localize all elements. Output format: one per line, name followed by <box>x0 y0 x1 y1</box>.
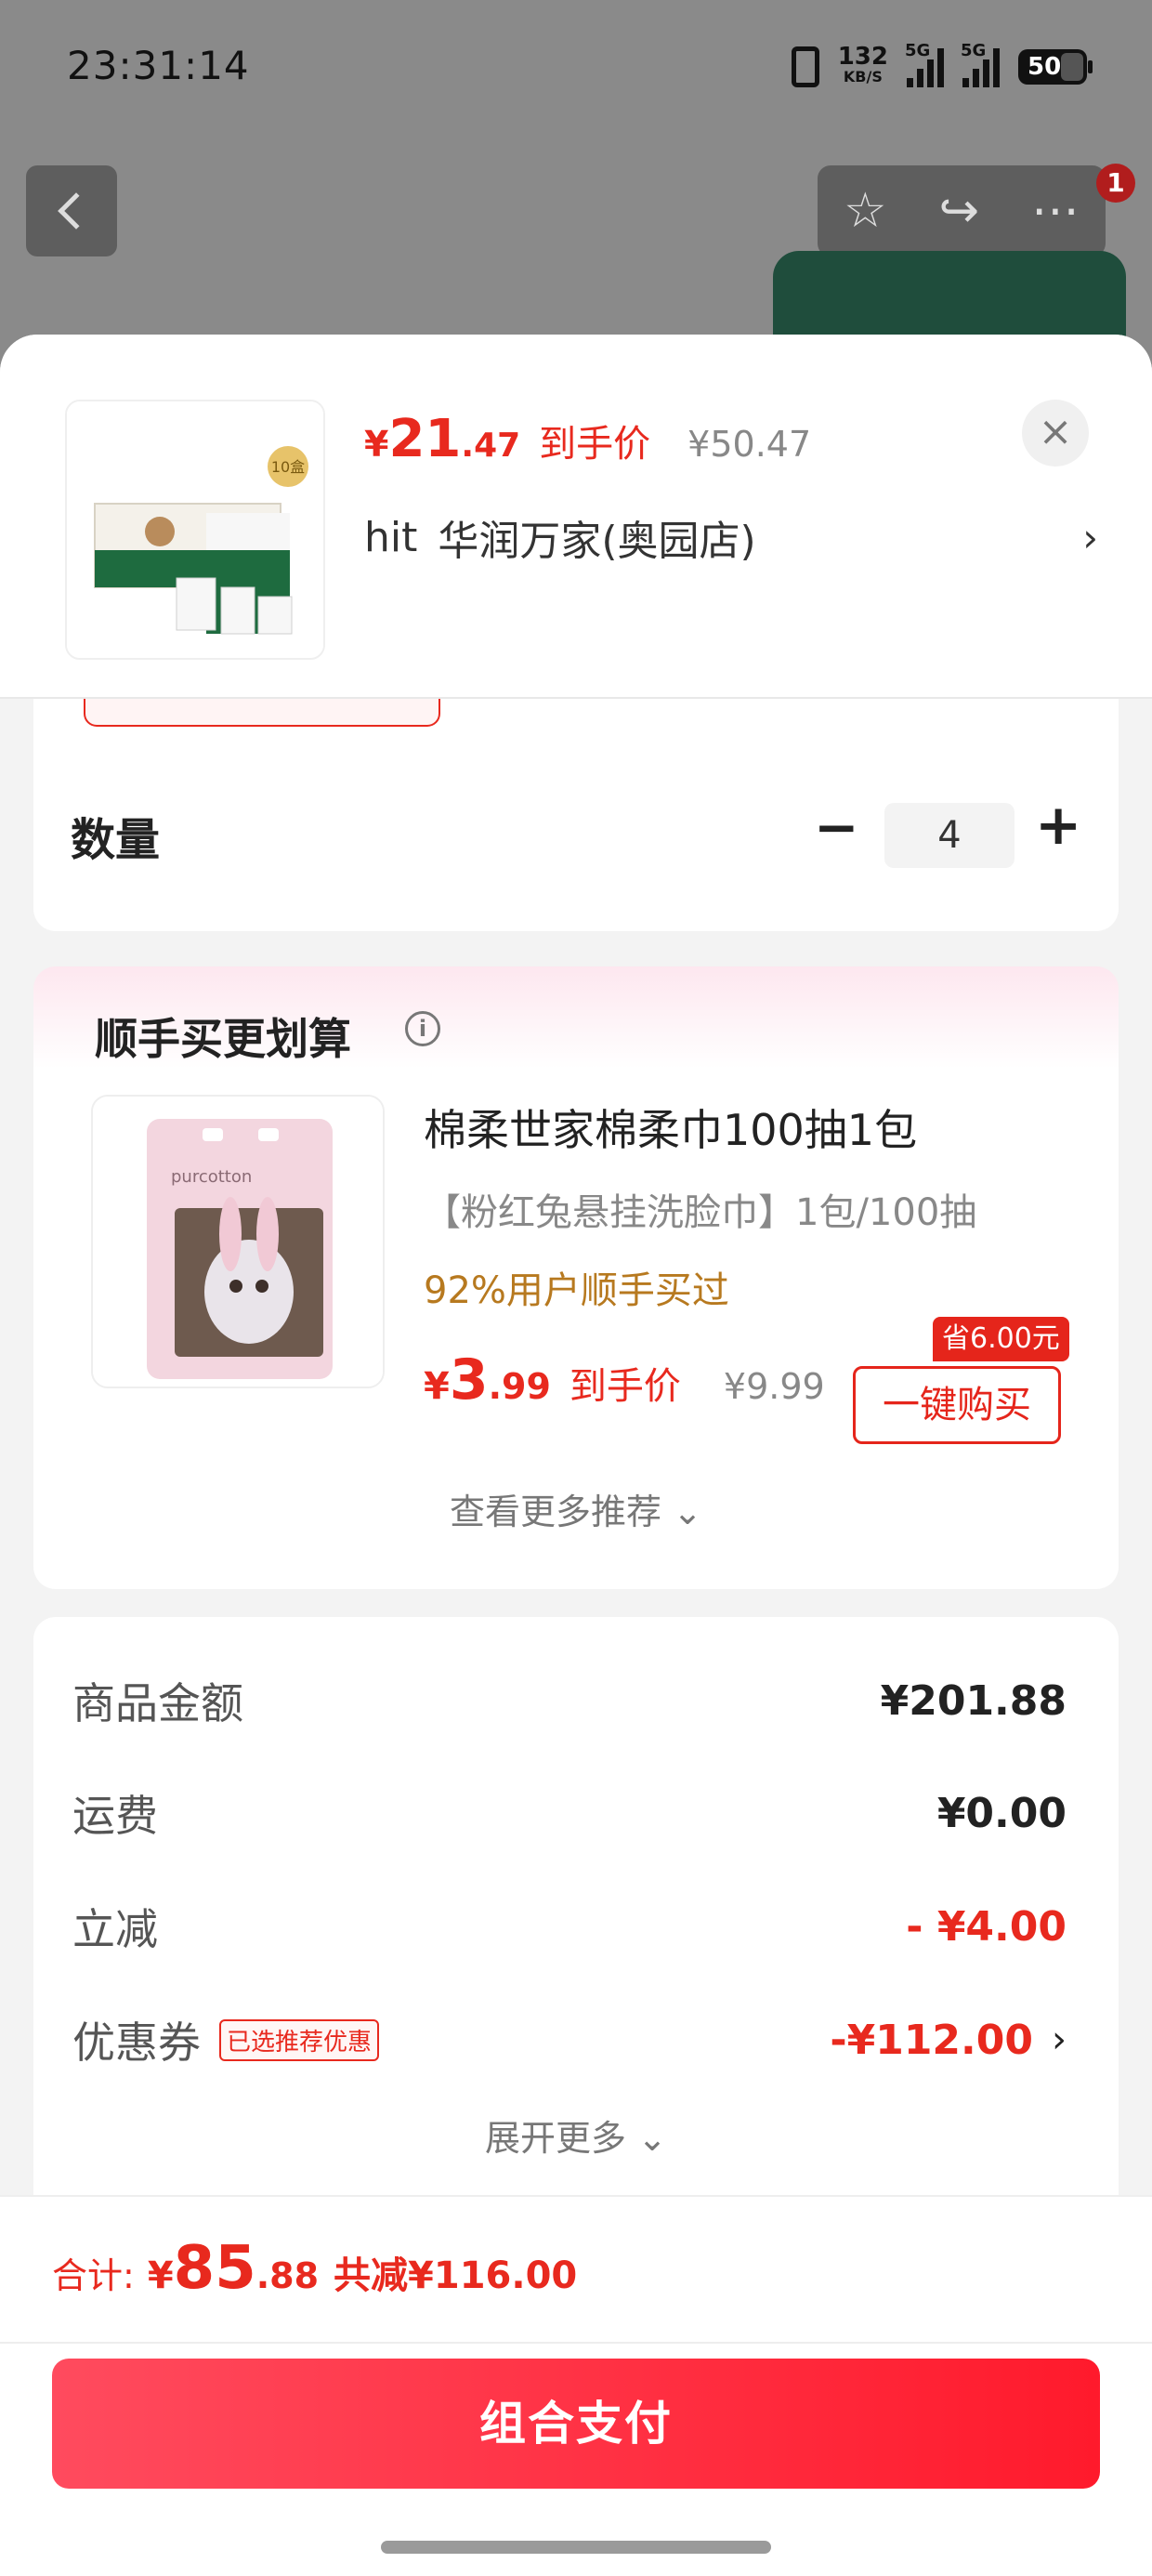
summary-value: -¥112.00 <box>830 2016 1033 2064</box>
quantity-increase-button[interactable]: + <box>1035 795 1081 855</box>
total-currency: ¥ <box>147 2254 174 2297</box>
signal-type: 5G <box>905 41 931 60</box>
save-badge: 省6.00元 <box>933 1317 1069 1361</box>
total-discount: 共减¥116.00 <box>334 2254 578 2297</box>
info-icon[interactable]: i <box>405 1011 440 1046</box>
shop-name: 华润万家(奥园店) <box>438 518 756 565</box>
quantity-card: 数量 − 4 + <box>33 699 1119 931</box>
back-button[interactable] <box>26 165 117 256</box>
one-click-buy-button[interactable]: 一键购买 <box>853 1366 1061 1444</box>
summary-value: - ¥4.00 <box>906 1902 1067 1951</box>
original-price: ¥50.47 <box>687 424 812 465</box>
top-action-bar: ☆ ↪ ⋯ <box>818 165 1106 256</box>
footer-divider <box>0 2342 1152 2344</box>
summary-value: ¥0.00 <box>936 1789 1067 1837</box>
bundle-thumb-brand: purcotton <box>171 1167 252 1187</box>
summary-value: ¥201.88 <box>880 1676 1067 1725</box>
summary-row-shipping: 运费 ¥0.00 <box>72 1781 1067 1846</box>
bundle-title: 顺手买更划算 <box>95 1014 351 1064</box>
summary-label: 优惠券 <box>72 2017 201 2068</box>
bundle-item-spec: 【粉红兔悬挂洗脸巾】1包/100抽 <box>424 1191 977 1234</box>
price-tag: 到手价 <box>539 423 651 466</box>
checkout-footer: 合计: ¥ 85 .88 共减¥116.00 组合支付 <box>0 2195 1152 2576</box>
quantity-value[interactable]: 4 <box>884 803 1015 868</box>
signal-icon-2: 5G <box>961 41 1000 87</box>
summary-row-instant-discount: 立减 - ¥4.00 <box>72 1894 1067 1959</box>
star-icon[interactable]: ☆ <box>844 187 887 235</box>
bundle-card: 顺手买更划算 i purcotton 棉柔世家棉柔巾100抽1包 【粉红兔悬挂洗… <box>33 966 1119 1589</box>
price-currency: ¥ <box>364 424 389 465</box>
product-price: ¥ 21 .47 到手价 ¥50.47 <box>364 409 811 474</box>
summary-row-coupon[interactable]: 优惠券 已选推荐优惠 -¥112.00 › <box>72 2007 1067 2072</box>
battery-icon: 50 <box>1018 49 1093 85</box>
battery-level: 50 <box>1028 53 1062 81</box>
summary-label: 立减 <box>72 1904 158 1954</box>
summary-row-subtotal: 商品金额 ¥201.88 <box>72 1668 1067 1733</box>
shop-brand: hit <box>364 513 418 561</box>
status-time: 23:31:14 <box>67 43 250 88</box>
bundle-price-integer: 3 <box>449 1347 489 1413</box>
network-speed-unit: KB/S <box>843 68 883 85</box>
summary-label: 商品金额 <box>72 1678 243 1728</box>
bundle-original-price: ¥9.99 <box>723 1366 825 1407</box>
bundle-item-thumbnail[interactable]: purcotton <box>91 1095 385 1388</box>
network-speed: 132 KB/S <box>838 45 888 87</box>
bundle-price-currency: ¥ <box>424 1365 450 1408</box>
combined-pay-button[interactable]: 组合支付 <box>52 2359 1100 2489</box>
bundle-price-decimal: .99 <box>488 1366 551 1407</box>
total-label: 合计: <box>52 2255 135 2296</box>
coupon-badge: 已选推荐优惠 <box>219 2018 380 2061</box>
bundle-price-tag: 到手价 <box>569 1365 681 1408</box>
share-icon[interactable]: ↪ <box>939 187 980 235</box>
signal-icon: 5G <box>905 41 944 87</box>
quantity-label: 数量 <box>71 814 161 866</box>
more-recommendations-link[interactable]: 查看更多推荐 ⌄ <box>33 1483 1119 1534</box>
total-integer: 85 <box>173 2234 256 2303</box>
total-price: 合计: ¥ 85 .88 共减¥116.00 <box>52 2234 577 2303</box>
chevron-right-icon: › <box>1082 514 1098 560</box>
price-integer: 21 <box>388 409 462 469</box>
chevron-left-icon <box>58 192 95 230</box>
thumb-label: 10盒 <box>271 458 305 476</box>
notification-badge: 1 <box>1096 164 1135 203</box>
expand-more-link[interactable]: 展开更多 ⌄ <box>33 2109 1119 2161</box>
status-bar: 23:31:14 132 KB/S 5G 5G 50 <box>0 0 1152 139</box>
bundle-item-rate: 92%用户顺手买过 <box>424 1269 729 1312</box>
more-icon[interactable]: ⋯ <box>1031 187 1080 235</box>
summary-label: 运费 <box>72 1791 158 1841</box>
sheet-header: 10盒 ¥ 21 .47 到手价 ¥50.47 × hit 华润万家(奥园店) … <box>0 335 1152 699</box>
product-thumbnail: 10盒 <box>65 400 325 660</box>
signal-type-2: 5G <box>961 41 987 60</box>
total-decimal: .88 <box>255 2255 320 2296</box>
price-summary-card: 商品金额 ¥201.88 运费 ¥0.00 立减 - ¥4.00 优惠券 已选推… <box>33 1617 1119 2267</box>
quantity-decrease-button[interactable]: − <box>814 799 859 855</box>
bundle-item-name[interactable]: 棉柔世家棉柔巾100抽1包 <box>424 1097 917 1158</box>
close-button[interactable]: × <box>1022 400 1089 467</box>
status-icons: 132 KB/S 5G 5G 50 <box>791 39 1093 95</box>
background-page: 23:31:14 132 KB/S 5G 5G 50 ☆ ↪ ⋯ 1 <box>0 0 1152 390</box>
shop-row[interactable]: hit 华润万家(奥园店) › <box>364 509 1098 566</box>
spec-option-peek[interactable] <box>84 699 440 727</box>
vibrate-icon <box>791 46 819 87</box>
bundle-item-price: ¥ 3 .99 到手价 ¥9.99 <box>424 1347 825 1413</box>
price-decimal: .47 <box>461 427 521 465</box>
home-indicator[interactable] <box>381 2541 771 2554</box>
chevron-right-icon: › <box>1052 2018 1067 2061</box>
